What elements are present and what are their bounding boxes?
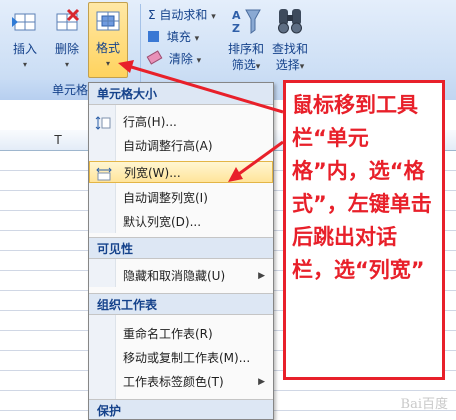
arrow-head-column-width [228,167,243,182]
watermark: Bai百度 [400,397,448,412]
instruction-callout: 鼠标移到工具栏“单元格”内，选“格式”，左键单击后跳出对话栏，选“列宽” [283,80,445,380]
arrow-to-column-width [235,140,284,178]
arrow-to-format [127,64,284,114]
arrow-head-format [118,60,134,73]
